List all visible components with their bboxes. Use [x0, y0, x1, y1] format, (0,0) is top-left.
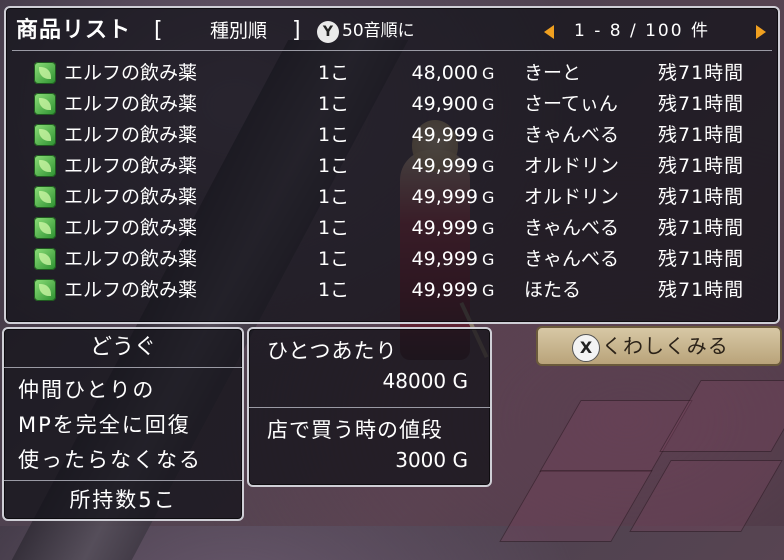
- next-page-arrow-icon[interactable]: [756, 25, 766, 39]
- bracket-close: ]: [292, 18, 301, 43]
- x-button-icon: X: [572, 334, 600, 362]
- seller-name: ほたる: [524, 279, 582, 301]
- unit-price-value: 48000 G: [382, 369, 468, 393]
- gold-unit: G: [482, 281, 495, 300]
- seller-name: きゃんべる: [524, 124, 620, 146]
- list-item[interactable]: エルフの飲み薬 1こ 49,999 G きゃんべる 残71時間: [6, 120, 778, 151]
- item-price: 49,900: [411, 93, 478, 115]
- gold-unit: G: [482, 219, 495, 238]
- time-remaining: 残71時間: [658, 62, 745, 84]
- item-price: 49,999: [411, 155, 478, 177]
- elf-potion-leaf-icon: [34, 186, 56, 208]
- item-category: どうぐ: [4, 329, 242, 368]
- shop-price-value: 3000 G: [395, 448, 468, 472]
- elf-potion-leaf-icon: [34, 217, 56, 239]
- item-price: 49,999: [411, 124, 478, 146]
- item-name: エルフの飲み薬: [64, 124, 198, 146]
- seller-name: きゃんべる: [524, 217, 620, 239]
- seller-name: オルドリン: [524, 155, 620, 177]
- description-line: MPを完全に回復: [18, 413, 191, 437]
- list-item[interactable]: エルフの飲み薬 1こ 49,999 G オルドリン 残71時間: [6, 182, 778, 213]
- description-line: 仲間ひとりの: [18, 378, 156, 402]
- header-divider: [12, 50, 772, 51]
- item-description: 仲間ひとりの MPを完全に回復 使ったらなくなる: [18, 373, 202, 478]
- sort-alternate-button[interactable]: 50音順に: [342, 14, 415, 48]
- item-quantity: 1こ: [318, 186, 350, 208]
- view-details-button[interactable]: X くわしくみる: [536, 326, 782, 366]
- list-item[interactable]: エルフの飲み薬 1こ 49,999 G オルドリン 残71時間: [6, 151, 778, 182]
- elf-potion-leaf-icon: [34, 124, 56, 146]
- gold-unit: G: [482, 188, 495, 207]
- prev-page-arrow-icon[interactable]: [544, 25, 554, 39]
- time-remaining: 残71時間: [658, 155, 745, 177]
- page-indicator: 1 - 8 / 100 件: [574, 21, 710, 41]
- gold-unit: G: [482, 250, 495, 269]
- item-quantity: 1こ: [318, 93, 350, 115]
- item-price: 49,999: [411, 248, 478, 270]
- item-name: エルフの飲み薬: [64, 248, 198, 270]
- elf-potion-leaf-icon: [34, 155, 56, 177]
- bracket-open: [: [154, 18, 163, 43]
- item-quantity: 1こ: [318, 62, 350, 84]
- item-price: 48,000: [411, 62, 478, 84]
- time-remaining: 残71時間: [658, 217, 745, 239]
- current-sort-label[interactable]: 種別順: [210, 14, 267, 48]
- list-title: 商品リスト: [16, 18, 132, 43]
- list-item[interactable]: エルフの飲み薬 1こ 49,999 G ほたる 残71時間: [6, 275, 778, 306]
- time-remaining: 残71時間: [658, 186, 745, 208]
- list-item[interactable]: エルフの飲み薬 1こ 49,999 G きゃんべる 残71時間: [6, 244, 778, 275]
- list-item[interactable]: エルフの飲み薬 1こ 48,000 G きーと 残71時間: [6, 58, 778, 89]
- item-name: エルフの飲み薬: [64, 155, 198, 177]
- list-header: 商品リスト [ 種別順 ] Y 50音順に 1 - 8 / 100 件: [14, 14, 770, 48]
- shop-price-label: 店で買う時の値段: [267, 418, 443, 442]
- item-quantity: 1こ: [318, 248, 350, 270]
- gold-unit: G: [482, 64, 495, 83]
- list-item[interactable]: エルフの飲み薬 1こ 49,999 G きゃんべる 残71時間: [6, 213, 778, 244]
- item-price: 49,999: [411, 279, 478, 301]
- unit-price-label: ひとつあたり: [267, 339, 398, 363]
- item-price: 49,999: [411, 217, 478, 239]
- elf-potion-leaf-icon: [34, 279, 56, 301]
- seller-name: きーと: [524, 62, 582, 84]
- item-quantity: 1こ: [318, 155, 350, 177]
- seller-name: オルドリン: [524, 186, 620, 208]
- time-remaining: 残71時間: [658, 279, 745, 301]
- description-line: 使ったらなくなる: [18, 448, 202, 472]
- gold-unit: G: [482, 126, 495, 145]
- owned-count: 所持数5こ: [4, 480, 242, 519]
- item-name: エルフの飲み薬: [64, 62, 198, 84]
- elf-potion-leaf-icon: [34, 93, 56, 115]
- item-name: エルフの飲み薬: [64, 217, 198, 239]
- elf-potion-leaf-icon: [34, 62, 56, 84]
- y-button-icon[interactable]: Y: [317, 21, 339, 43]
- list-item[interactable]: エルフの飲み薬 1こ 49,900 G さーてぃん 残71時間: [6, 89, 778, 120]
- item-quantity: 1こ: [318, 124, 350, 146]
- view-details-label: くわしくみる: [602, 334, 729, 358]
- item-name: エルフの飲み薬: [64, 279, 198, 301]
- item-description-panel: どうぐ 仲間ひとりの MPを完全に回復 使ったらなくなる 所持数5こ: [2, 327, 244, 521]
- unit-price-section: ひとつあたり 48000 G: [249, 329, 490, 408]
- item-name: エルフの飲み薬: [64, 93, 198, 115]
- time-remaining: 残71時間: [658, 124, 745, 146]
- time-remaining: 残71時間: [658, 93, 745, 115]
- item-quantity: 1こ: [318, 217, 350, 239]
- shop-price-section: 店で買う時の値段 3000 G: [249, 408, 490, 486]
- item-name: エルフの飲み薬: [64, 186, 198, 208]
- elf-potion-leaf-icon: [34, 248, 56, 270]
- seller-name: きゃんべる: [524, 248, 620, 270]
- price-info-panel: ひとつあたり 48000 G 店で買う時の値段 3000 G: [247, 327, 492, 487]
- gold-unit: G: [482, 157, 495, 176]
- time-remaining: 残71時間: [658, 248, 745, 270]
- seller-name: さーてぃん: [524, 93, 618, 115]
- item-price: 49,999: [411, 186, 478, 208]
- item-quantity: 1こ: [318, 279, 350, 301]
- gold-unit: G: [482, 95, 495, 114]
- item-list-panel: 商品リスト [ 種別順 ] Y 50音順に 1 - 8 / 100 件 エルフの…: [4, 6, 780, 324]
